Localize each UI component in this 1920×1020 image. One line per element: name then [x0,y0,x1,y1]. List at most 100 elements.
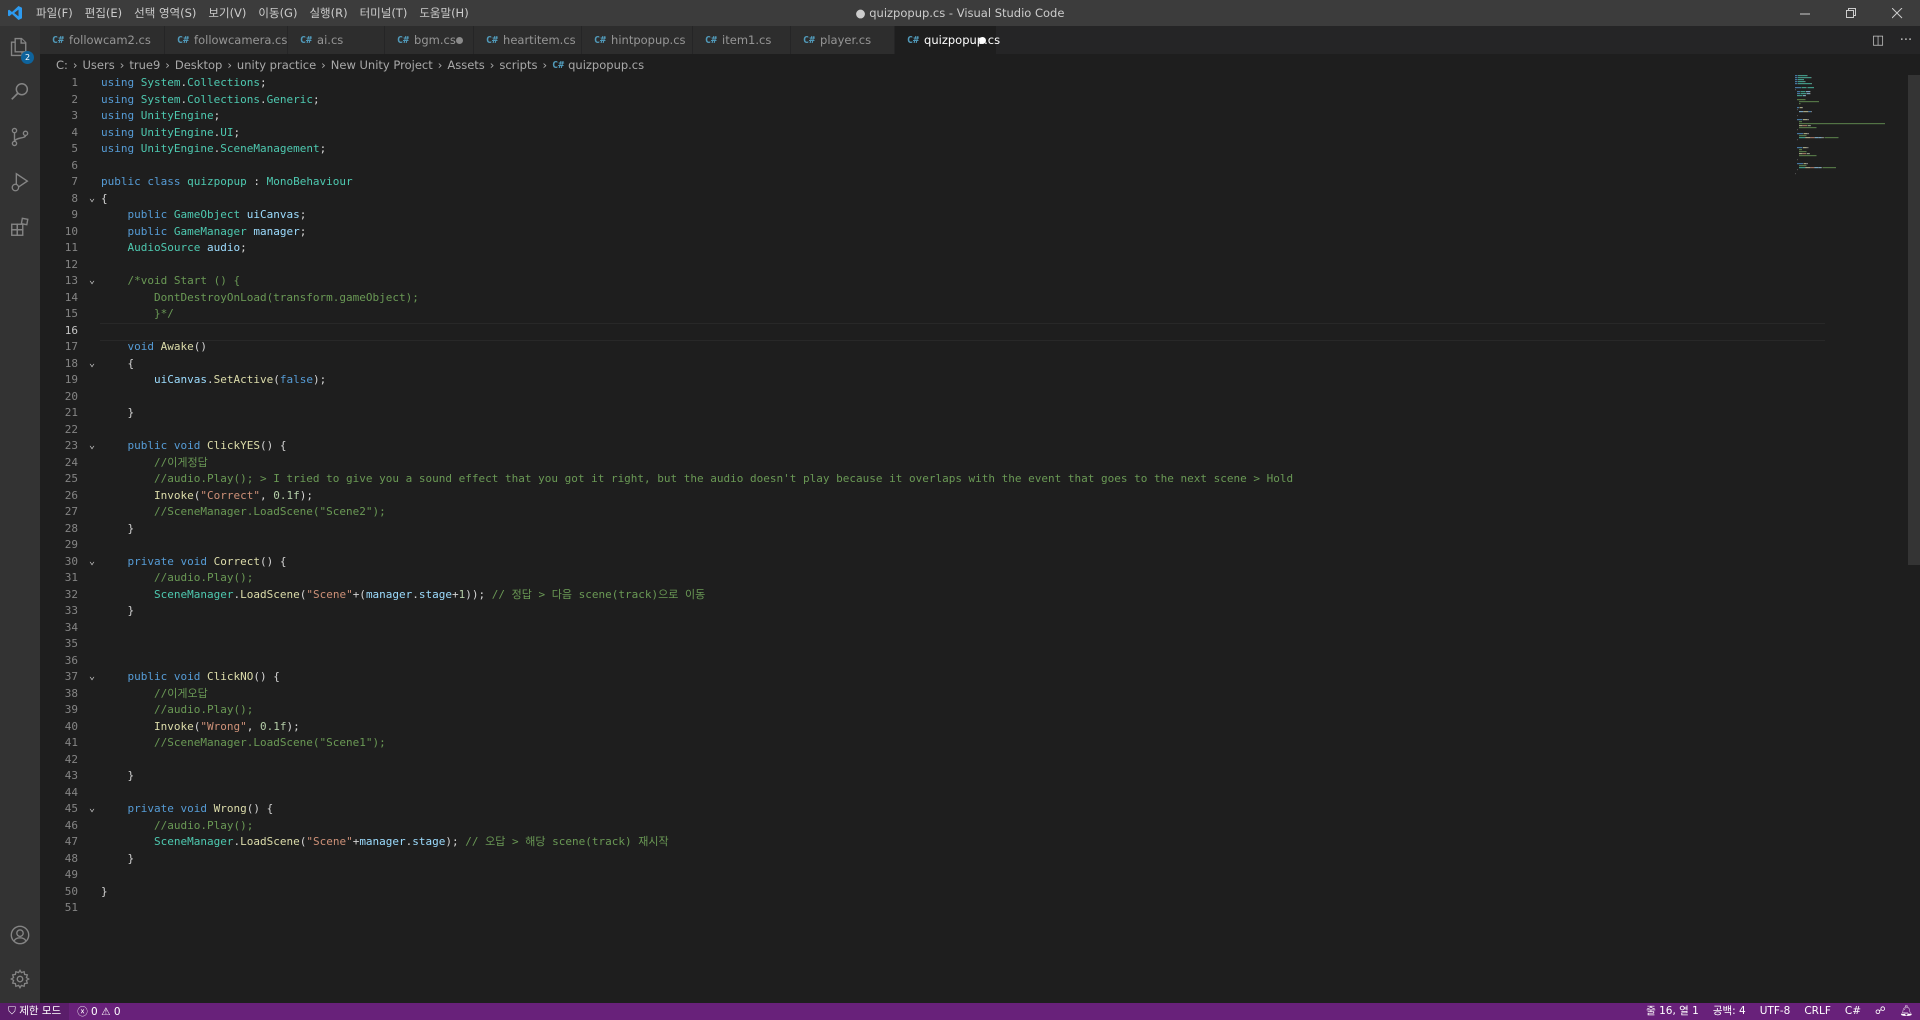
code-line[interactable]: 45 ⌄ private void Wrong() { [40,801,1785,818]
code-line[interactable]: 43 } [40,768,1785,785]
code-line[interactable]: 35 [40,636,1785,653]
code-line[interactable]: 8 ⌄{ [40,191,1785,208]
code-line[interactable]: 20 [40,389,1785,406]
language-mode[interactable]: C# [1838,1003,1868,1020]
code-line[interactable]: 40 Invoke("Wrong", 0.1f); [40,719,1785,736]
fold-chevron-icon[interactable]: ⌄ [85,554,99,571]
breadcrumb-item[interactable]: scripts [499,58,537,72]
menu-item[interactable]: 편집(E) [79,0,128,26]
code-line[interactable]: 24 //이게정답 [40,455,1785,472]
code-line[interactable]: 2 using System.Collections.Generic; [40,92,1785,109]
code-line[interactable]: 30 ⌄ private void Correct() { [40,554,1785,571]
code-line[interactable]: 15 }*/ [40,306,1785,323]
code-line[interactable]: 29 [40,537,1785,554]
code-line[interactable]: 34 [40,620,1785,637]
code-line[interactable]: 11 AudioSource audio; [40,240,1785,257]
minimize-button[interactable] [1782,0,1828,26]
breadcrumb-item[interactable]: New Unity Project [331,58,433,72]
code-line[interactable]: 51 [40,900,1785,917]
problems-indicator[interactable]: ⓧ 0 ⚠ 0 [69,1004,128,1019]
breadcrumb-item[interactable]: Desktop [175,58,222,72]
code-line[interactable]: 5 using UnityEngine.SceneManagement; [40,141,1785,158]
code-line[interactable]: 28 } [40,521,1785,538]
code-line[interactable]: 39 //audio.Play(); [40,702,1785,719]
fold-chevron-icon[interactable]: ⌄ [85,438,99,455]
tab-bgm[interactable]: C# bgm.cs [385,26,474,54]
code-line[interactable]: 16 [40,322,1825,341]
breadcrumb-item[interactable]: quizpopup.cs [568,58,644,72]
code-line[interactable]: 36 [40,653,1785,670]
fold-chevron-icon[interactable]: ⌄ [85,801,99,818]
code-line[interactable]: 21 } [40,405,1785,422]
tab-heartitem[interactable]: C# heartitem.cs [474,26,582,54]
cursor-position[interactable]: 줄 16, 열 1 [1639,1003,1706,1020]
code-line[interactable]: 50} [40,884,1785,901]
editor-scrollbar[interactable] [1908,75,1920,565]
code-line[interactable]: 27 //SceneManager.LoadScene("Scene2"); [40,504,1785,521]
more-actions-icon[interactable]: ··· [1892,33,1920,48]
source-control-button[interactable] [0,116,40,161]
code-line[interactable]: 42 [40,752,1785,769]
menu-item[interactable]: 파일(F) [30,0,79,26]
breadcrumb-item[interactable]: unity practice [237,58,316,72]
extensions-button[interactable] [0,206,40,251]
code-line[interactable]: 6 [40,158,1785,175]
menu-item[interactable]: 터미널(T) [354,0,414,26]
code-line[interactable]: 22 [40,422,1785,439]
menu-item[interactable]: 선택 영역(S) [128,0,202,26]
notifications-bell-icon[interactable]: 🔔︎ [1893,1003,1920,1020]
code-line[interactable]: 13 ⌄ /*void Start () { [40,273,1785,290]
code-line[interactable]: 37 ⌄ public void ClickNO() { [40,669,1785,686]
search-button[interactable] [0,71,40,116]
encoding[interactable]: UTF-8 [1753,1003,1798,1020]
code-editor[interactable]: 1 using System.Collections; 2 using System.… [40,75,1910,1003]
code-line[interactable]: 12 [40,257,1785,274]
close-window-button[interactable] [1874,0,1920,26]
tab-quizpopup[interactable]: C# quizpopup.cs [895,26,1000,54]
code-line[interactable]: 1 using System.Collections; [40,75,1785,92]
minimap[interactable] [1795,75,1900,185]
code-line[interactable]: 17 void Awake() [40,339,1785,356]
code-line[interactable]: 47 SceneManager.LoadScene("Scene"+manage… [40,834,1785,851]
code-line[interactable]: 46 //audio.Play(); [40,818,1785,835]
modified-dot-icon[interactable] [979,37,986,44]
end-of-line[interactable]: CRLF [1797,1003,1838,1020]
feedback-icon[interactable]: ☍ [1868,1003,1893,1020]
tab-item1[interactable]: C# item1.cs [693,26,791,54]
tab-hintpopup[interactable]: C# hintpopup.cs [582,26,693,54]
breadcrumb-item[interactable]: Users [83,58,115,72]
restore-button[interactable] [1828,0,1874,26]
code-line[interactable]: 3 using UnityEngine; [40,108,1785,125]
indentation[interactable]: 공백: 4 [1706,1003,1753,1020]
tab-player[interactable]: C# player.cs [791,26,895,54]
breadcrumb-item[interactable]: C: [56,58,68,72]
breadcrumb-item[interactable]: Assets [447,58,484,72]
code-line[interactable]: 9 public GameObject uiCanvas; [40,207,1785,224]
code-line[interactable]: 49 [40,867,1785,884]
code-line[interactable]: 14 DontDestroyOnLoad(transform.gameObjec… [40,290,1785,307]
code-line[interactable]: 19 uiCanvas.SetActive(false); [40,372,1785,389]
code-line[interactable]: 10 public GameManager manager; [40,224,1785,241]
fold-chevron-icon[interactable]: ⌄ [85,356,99,373]
code-line[interactable]: 38 //이게오답 [40,686,1785,703]
code-line[interactable]: 33 } [40,603,1785,620]
code-line[interactable]: 44 [40,785,1785,802]
accounts-button[interactable] [0,914,40,959]
split-editor-icon[interactable]: ◫ [1864,33,1892,48]
code-line[interactable]: 26 Invoke("Correct", 0.1f); [40,488,1785,505]
code-line[interactable]: 4 using UnityEngine.UI; [40,125,1785,142]
menu-item[interactable]: 실행(R) [303,0,353,26]
menu-item[interactable]: 보기(V) [202,0,252,26]
modified-dot-icon[interactable] [456,37,463,44]
explorer-button[interactable]: 2 [0,26,40,71]
tab-followcamera[interactable]: C# followcamera.cs [165,26,288,54]
manage-button[interactable] [0,958,40,1003]
restricted-mode-indicator[interactable]: ⛉ 제한 모드 [0,1003,70,1020]
breadcrumb-item[interactable]: true9 [129,58,160,72]
run-debug-button[interactable] [0,161,40,206]
fold-chevron-icon[interactable]: ⌄ [85,273,99,290]
menu-item[interactable]: 이동(G) [252,0,303,26]
code-line[interactable]: 41 //SceneManager.LoadScene("Scene1"); [40,735,1785,752]
code-line[interactable]: 18 ⌄ { [40,356,1785,373]
code-line[interactable]: 25 //audio.Play(); > I tried to give you… [40,471,1785,488]
